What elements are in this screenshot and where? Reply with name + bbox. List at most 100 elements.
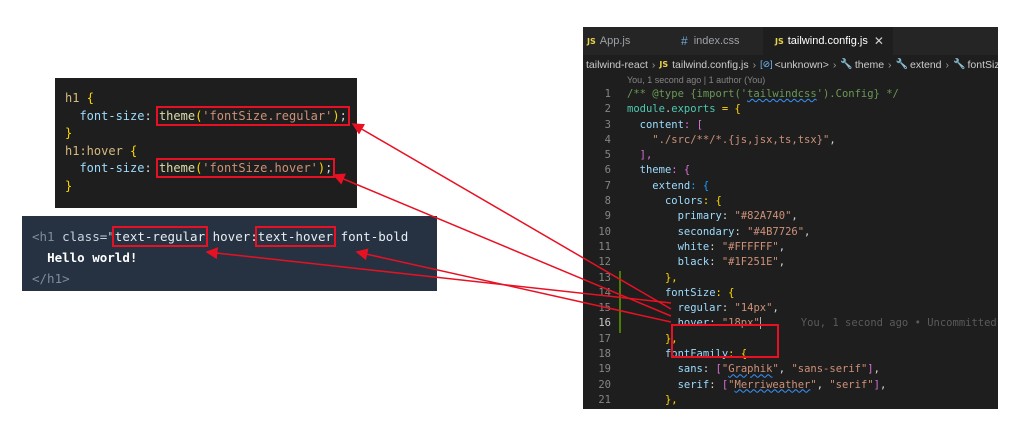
code-token: serif [677, 378, 710, 391]
breadcrumb-file[interactable]: tailwind.config.js [672, 59, 748, 71]
code-line: 12 black: "#1F251E", [583, 255, 998, 270]
class-text-hover-highlight: text-hover [254, 226, 337, 247]
breadcrumb: tailwind-react › JS tailwind.config.js ›… [583, 55, 998, 74]
code-line: 3 content: [ [583, 118, 998, 133]
line-number: 2 [604, 103, 611, 116]
breadcrumb-theme[interactable]: theme [855, 59, 884, 71]
css-brace: { [86, 91, 94, 105]
code-token: "serif" [829, 378, 874, 391]
theme-hover-highlight: theme('fontSize.hover'); [155, 158, 336, 178]
line-number: 9 [604, 210, 611, 223]
line-number: 17 [598, 332, 611, 345]
code-token: "#1F251E" [721, 256, 779, 269]
line-number: 7 [604, 179, 611, 192]
code-line: 9 primary: "#82A740", [583, 209, 998, 224]
tab-index-css[interactable]: # index.css [667, 27, 763, 55]
code-token: : { [702, 195, 722, 208]
breadcrumb-fontsize[interactable]: fontSize [967, 59, 998, 71]
html-line: <h1 class="text-regular hover:text-hover… [32, 226, 437, 247]
code-token: ], [639, 149, 653, 162]
codelens-blame[interactable]: You, 1 second ago | 1 author (You) [583, 74, 998, 87]
line-number: 18 [598, 348, 611, 361]
js-file-icon: JS [587, 36, 596, 46]
css-line: h1 { [65, 90, 357, 108]
breadcrumb-unknown[interactable]: <unknown> [775, 59, 829, 71]
code-line: 21 }, [583, 393, 998, 408]
css-line: font-size: theme('fontSize.regular'); [65, 105, 357, 126]
css-function: theme [158, 108, 196, 123]
html-line: Hello world! [32, 247, 437, 268]
css-brace: { [130, 143, 138, 158]
code-line: 5 ], [583, 148, 998, 163]
code-token: : { [671, 164, 691, 177]
html-class-bold: font-bold [333, 229, 409, 244]
code-token: sans [677, 363, 703, 376]
breadcrumb-extend[interactable]: extend [910, 59, 942, 71]
code-token: "14px" [734, 302, 773, 315]
wrench-icon: 🔧 [953, 59, 966, 70]
html-attr: class=" [62, 229, 115, 244]
theme-regular-highlight: theme('fontSize.regular'); [155, 105, 350, 126]
code-line: 20 serif: ["Merriweather", "serif"], [583, 378, 998, 393]
line-number: 1 [604, 88, 611, 100]
js-file-icon: JS [775, 36, 784, 46]
code-token: : { [690, 179, 710, 192]
code-token: = { [715, 103, 741, 116]
code-token: module [627, 103, 665, 116]
code-line: 16 hover: "18px" You, 1 second ago • Unco… [583, 316, 998, 331]
code-token: content [639, 118, 684, 131]
html-close-tag: </h1> [32, 271, 70, 286]
css-brace: } [65, 178, 73, 193]
code-token: , [829, 133, 836, 146]
line-number: 19 [598, 363, 611, 376]
code-token: "#FFFFFF" [721, 240, 779, 253]
code-line: 14 fontSize: { [583, 286, 998, 301]
symbol-variable-icon: [⊘] [760, 59, 773, 69]
wrench-icon: 🔧 [895, 59, 908, 70]
css-selector: h1:hover [65, 143, 123, 158]
line-number: 15 [598, 302, 611, 315]
css-line: } [65, 125, 357, 143]
tab-label: tailwind.config.js [787, 35, 868, 47]
html-line: </h1> [32, 268, 437, 289]
code-token: " [772, 363, 779, 376]
line-number: 10 [598, 225, 611, 238]
line-number: 8 [604, 195, 611, 208]
line-number: 11 [598, 240, 611, 253]
html-snippet-panel: <h1 class="text-regular hover:text-hover… [22, 216, 437, 291]
html-open-tag: <h1 [32, 229, 63, 244]
chevron-right-icon: › [888, 58, 892, 71]
code-token: regular [677, 302, 722, 315]
breadcrumb-project[interactable]: tailwind-react [586, 59, 648, 71]
tab-bar: JS App.js # index.css JS tailwind.config… [583, 27, 998, 55]
code-token: colors [664, 195, 703, 208]
code-line: 6 theme: { [583, 163, 998, 178]
close-icon[interactable]: ✕ [874, 34, 884, 48]
code-token: secondary [677, 225, 735, 238]
html-hover-prefix: hover: [205, 229, 258, 244]
tab-tailwind-config[interactable]: JS tailwind.config.js ✕ [763, 27, 893, 55]
chevron-right-icon: › [752, 58, 757, 71]
code-line: 19 sans: ["Graphik", "sans-serif"], [583, 362, 998, 377]
code-editor: JS App.js # index.css JS tailwind.config… [583, 27, 998, 409]
code-token: extend [652, 179, 691, 192]
tab-label: App.js [599, 35, 631, 47]
tab-app-js[interactable]: JS App.js [583, 27, 667, 55]
code-token: : { [715, 286, 735, 299]
css-colon: : [144, 108, 159, 123]
code-token: tailwindcss [747, 88, 817, 100]
css-semicolon: ; [339, 108, 347, 123]
code-area[interactable]: 1 /** @type {import('tailwindcss').Config… [583, 87, 998, 408]
code-token: ').Config} */ [816, 88, 899, 100]
css-snippet-panel: h1 { font-size: theme('fontSize.regular'… [55, 78, 357, 208]
css-property: font-size [79, 108, 145, 123]
code-line: 18 fontFamily: { [583, 347, 998, 362]
css-selector: h1 [65, 91, 80, 105]
code-token: exports [671, 103, 716, 116]
line-number: 16 [598, 317, 611, 330]
code-token: fontSize [664, 286, 716, 299]
code-token: "#4B7726" [747, 225, 805, 238]
line-number: 14 [598, 286, 611, 299]
css-line: } [65, 178, 357, 196]
code-token: "#82A740" [734, 210, 792, 223]
